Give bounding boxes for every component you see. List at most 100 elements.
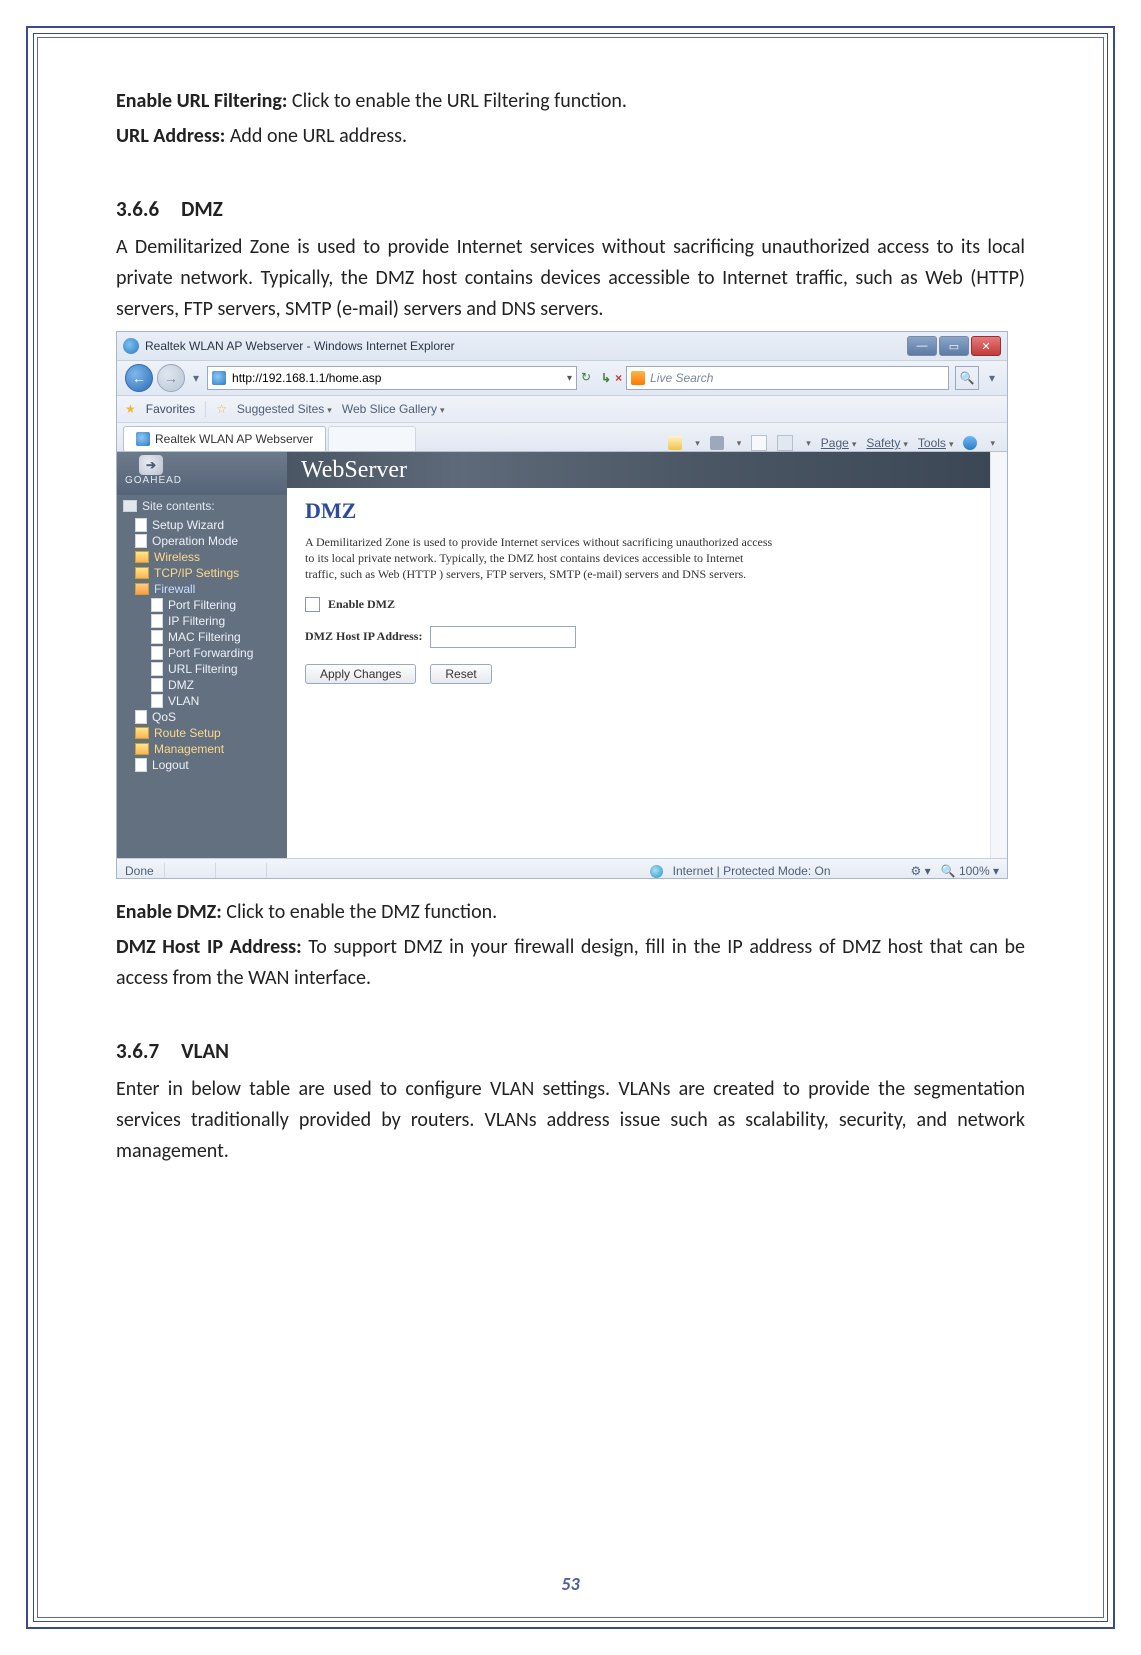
new-tab-button[interactable] [328, 426, 416, 451]
nav-tree: Setup Wizard Operation Mode Wireless TCP… [117, 517, 287, 779]
tools-menu[interactable]: Tools▾ [918, 436, 954, 450]
read-mail-icon[interactable] [751, 435, 767, 451]
forward-button[interactable]: → [157, 364, 185, 392]
zoom-level[interactable]: 🔍 100% ▾ [941, 864, 999, 878]
heading-366-number: 3.6.6 [116, 196, 159, 222]
panel-description: A Demilitarized Zone is used to provide … [305, 534, 775, 583]
minimize-button[interactable]: — [907, 336, 937, 356]
apply-changes-button[interactable]: Apply Changes [305, 664, 416, 684]
nav-dmz[interactable]: DMZ [117, 677, 287, 693]
heading-367-title: VLAN [181, 1038, 229, 1064]
nav-vlan[interactable]: VLAN [117, 693, 287, 709]
nav-firewall[interactable]: Firewall [117, 581, 287, 597]
heading-367-number: 3.6.7 [116, 1038, 159, 1064]
panel-title: DMZ [305, 498, 972, 524]
vertical-scrollbar[interactable] [990, 452, 1007, 858]
address-input[interactable] [230, 370, 563, 386]
enable-dmz-text-label: Enable DMZ: [116, 900, 222, 924]
nav-wireless[interactable]: Wireless [117, 549, 287, 565]
enable-dmz-line: Enable DMZ: Click to enable the DMZ func… [116, 897, 1025, 928]
page-number: 53 [38, 1573, 1103, 1595]
intro-line-2: URL Address: Add one URL address. [116, 121, 1025, 152]
favorites-label: Favorites [146, 402, 195, 416]
safety-menu[interactable]: Safety▾ [866, 436, 908, 450]
command-bar: ▾ ▾ ▾ Page▾ Safety▾ Tools▾ ▾ [668, 435, 1001, 451]
dmz-host-row: DMZ Host IP Address: [305, 626, 972, 648]
internet-zone-icon [650, 865, 663, 878]
enable-dmz-text-body: Click to enable the DMZ function. [222, 900, 497, 924]
nav-url-filtering[interactable]: URL Filtering [117, 661, 287, 677]
site-contents-header: Site contents: [117, 495, 287, 517]
main-pane: WebServer DMZ A Demilitarized Zone is us… [287, 452, 990, 858]
section-366-paragraph: A Demilitarized Zone is used to provide … [116, 232, 1025, 325]
add-favorite-icon[interactable]: ☆ [216, 402, 227, 416]
back-button[interactable]: ← [125, 364, 153, 392]
favorites-star-icon[interactable]: ★ [125, 402, 136, 416]
search-box[interactable]: Live Search [626, 366, 949, 390]
help-icon[interactable] [963, 436, 977, 450]
nav-mac-filtering[interactable]: MAC Filtering [117, 629, 287, 645]
screenshot-ie-window: Realtek WLAN AP Webserver - Windows Inte… [116, 331, 1008, 879]
refresh-icon[interactable]: ↻ [581, 370, 597, 386]
address-dropdown-icon[interactable]: ▾ [567, 373, 572, 384]
stop-icon[interactable]: × [615, 371, 622, 385]
print-icon[interactable] [777, 435, 793, 451]
page-icon [212, 371, 226, 385]
nav-port-filtering[interactable]: Port Filtering [117, 597, 287, 613]
enable-url-filtering-text: Click to enable the URL Filtering functi… [287, 89, 627, 113]
enable-dmz-label: Enable DMZ [328, 597, 395, 612]
status-bar: Done Internet | Protected Mode: On ⚙ ▾ 🔍… [117, 858, 1007, 879]
page-content: ➔ GOAHEAD Site contents: Setup Wizard Op… [117, 452, 1007, 858]
intro-line-1: Enable URL Filtering: Click to enable th… [116, 86, 1025, 117]
goahead-logo: ➔ GOAHEAD [117, 452, 287, 495]
nav-tcpip[interactable]: TCP/IP Settings [117, 565, 287, 581]
nav-route-setup[interactable]: Route Setup [117, 725, 287, 741]
search-placeholder: Live Search [650, 371, 713, 385]
enable-dmz-checkbox[interactable] [305, 597, 320, 612]
protected-mode-dropdown[interactable]: ⚙ ▾ [911, 864, 931, 878]
home-icon[interactable] [668, 436, 682, 450]
browser-tab[interactable]: Realtek WLAN AP Webserver [123, 426, 326, 451]
nav-logout[interactable]: Logout [117, 757, 287, 773]
dmz-host-text-label: DMZ Host IP Address: [116, 935, 302, 959]
nav-management[interactable]: Management [117, 741, 287, 757]
main-header: WebServer [287, 452, 990, 488]
tab-bar: Realtek WLAN AP Webserver ▾ ▾ ▾ Page▾ Sa… [117, 423, 1007, 452]
nav-port-forwarding[interactable]: Port Forwarding [117, 645, 287, 661]
tab-title: Realtek WLAN AP Webserver [155, 432, 313, 446]
suggested-sites-link[interactable]: Suggested Sites▾ [237, 402, 332, 416]
nav-setup-wizard[interactable]: Setup Wizard [117, 517, 287, 533]
status-zone: Internet | Protected Mode: On [673, 864, 831, 878]
tab-favicon [136, 432, 150, 446]
reset-button[interactable]: Reset [430, 664, 491, 684]
feeds-icon[interactable] [710, 436, 724, 450]
url-address-label: URL Address: [116, 124, 225, 148]
address-bar[interactable]: ▾ [207, 366, 577, 390]
window-titlebar: Realtek WLAN AP Webserver - Windows Inte… [117, 332, 1007, 361]
sidebar: ➔ GOAHEAD Site contents: Setup Wizard Op… [117, 452, 287, 858]
ie-icon [123, 338, 139, 354]
nav-operation-mode[interactable]: Operation Mode [117, 533, 287, 549]
section-367-paragraph: Enter in below table are used to configu… [116, 1074, 1025, 1167]
nav-bar: ← → ▾ ▾ ↻ ↳ × Live Search 🔍 ▾ [117, 361, 1007, 396]
dmz-host-line: DMZ Host IP Address: To support DMZ in y… [116, 932, 1025, 994]
nav-history-dropdown[interactable]: ▾ [189, 371, 203, 385]
enable-dmz-row: Enable DMZ [305, 597, 972, 612]
close-button[interactable]: ✕ [971, 336, 1001, 356]
nav-ip-filtering[interactable]: IP Filtering [117, 613, 287, 629]
status-done: Done [125, 864, 154, 878]
maximize-button[interactable]: ▭ [939, 336, 969, 356]
heading-366-title: DMZ [181, 196, 223, 222]
heading-367: 3.6.7 VLAN [116, 1038, 1025, 1064]
web-slice-gallery-link[interactable]: Web Slice Gallery▾ [342, 402, 445, 416]
heading-366: 3.6.6 DMZ [116, 196, 1025, 222]
url-address-text: Add one URL address. [225, 124, 407, 148]
favorites-bar: ★ Favorites ☆ Suggested Sites▾ Web Slice… [117, 396, 1007, 423]
book-icon [123, 500, 137, 512]
search-dropdown[interactable]: ▾ [985, 371, 999, 385]
page-menu[interactable]: Page▾ [821, 436, 857, 450]
nav-qos[interactable]: QoS [117, 709, 287, 725]
dmz-host-input[interactable] [430, 626, 576, 648]
go-icon[interactable]: ↳ [601, 371, 611, 385]
search-button[interactable]: 🔍 [955, 366, 979, 390]
